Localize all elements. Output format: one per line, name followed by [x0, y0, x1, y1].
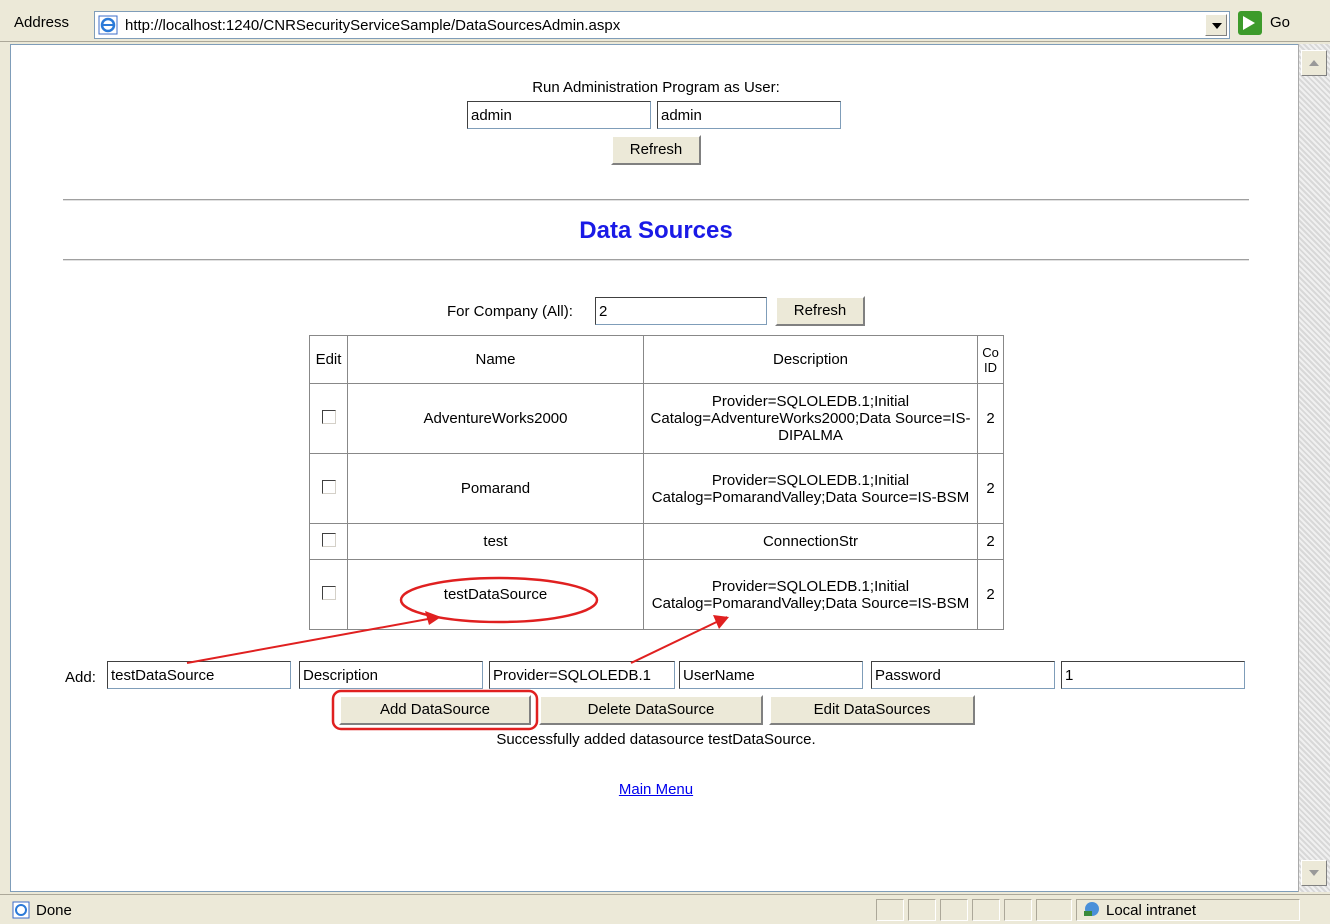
status-bar: Done Local intranet [0, 894, 1330, 924]
row-description: Provider=SQLOLEDB.1;Initial Catalog=Poma… [643, 453, 978, 524]
datasources-table: Edit Name Description Co ID AdventureWor… [309, 335, 1004, 630]
status-pane [972, 899, 1000, 921]
local-intranet-icon [1084, 902, 1099, 916]
go-button[interactable]: Go [1270, 14, 1290, 31]
scroll-up-button[interactable] [1301, 50, 1327, 76]
add-connection-string-input[interactable] [489, 661, 675, 689]
status-pane [1004, 899, 1032, 921]
page-content: Run Administration Program as User: Refr… [10, 44, 1300, 892]
row-description: ConnectionStr [643, 523, 978, 560]
status-pane [908, 899, 936, 921]
run-as-password-input[interactable] [657, 101, 841, 129]
table-row: test ConnectionStr 2 [309, 523, 1004, 560]
go-arrow-icon[interactable] [1238, 11, 1262, 35]
company-filter-label: For Company (All): [447, 303, 573, 320]
address-dropdown-button[interactable] [1205, 14, 1227, 36]
company-refresh-button[interactable]: Refresh [775, 296, 865, 326]
address-label: Address [14, 14, 70, 31]
zone-text: Local intranet [1106, 902, 1197, 919]
table-header-row: Edit Name Description Co ID [309, 335, 1004, 384]
header-description: Description [643, 335, 978, 384]
delete-datasource-button[interactable]: Delete DataSource [539, 695, 763, 725]
table-row: testDataSource Provider=SQLOLEDB.1;Initi… [309, 559, 1004, 630]
edit-datasources-button[interactable]: Edit DataSources [769, 695, 975, 725]
add-label: Add: [65, 669, 96, 686]
url-text: http://localhost:1240/CNRSecurityService… [125, 17, 621, 34]
main-menu-link[interactable]: Main Menu [11, 781, 1299, 798]
run-as-refresh-button[interactable]: Refresh [611, 135, 701, 165]
status-message: Successfully added datasource testDataSo… [496, 731, 816, 748]
row-edit-checkbox[interactable] [321, 532, 336, 547]
header-company-id: Co ID [977, 335, 1004, 384]
scroll-down-button[interactable] [1301, 860, 1327, 886]
status-text: Done [36, 902, 72, 919]
status-pane [1036, 899, 1072, 921]
divider-top [63, 199, 1249, 201]
row-description: Provider=SQLOLEDB.1;Initial Catalog=Adve… [643, 383, 978, 454]
add-datasource-button[interactable]: Add DataSource [339, 695, 531, 725]
row-edit-checkbox[interactable] [321, 585, 336, 600]
address-bar: Address http://localhost:1240/CNRSecurit… [0, 0, 1330, 42]
row-name: test [347, 523, 644, 560]
table-row: Pomarand Provider=SQLOLEDB.1;Initial Cat… [309, 453, 1004, 524]
run-as-label: Run Administration Program as User: [532, 79, 780, 96]
company-filter-input[interactable] [595, 297, 767, 325]
row-name: Pomarand [347, 453, 644, 524]
vertical-scrollbar[interactable] [1298, 44, 1330, 892]
row-company-id: 2 [977, 383, 1004, 454]
row-name: AdventureWorks2000 [347, 383, 644, 454]
row-name: testDataSource [347, 559, 644, 630]
status-pane [876, 899, 904, 921]
add-username-input[interactable] [679, 661, 863, 689]
page-done-icon [12, 901, 30, 919]
header-name: Name [347, 335, 644, 384]
row-edit-checkbox[interactable] [321, 479, 336, 494]
row-company-id: 2 [977, 559, 1004, 630]
page-title: Data Sources [579, 217, 733, 244]
table-row: AdventureWorks2000 Provider=SQLOLEDB.1;I… [309, 383, 1004, 454]
url-field[interactable]: http://localhost:1240/CNRSecurityService… [94, 11, 1230, 39]
row-description: Provider=SQLOLEDB.1;Initial Catalog=Poma… [643, 559, 978, 630]
add-name-input[interactable] [107, 661, 291, 689]
row-company-id: 2 [977, 523, 1004, 560]
status-pane [940, 899, 968, 921]
divider-bottom [63, 259, 1249, 261]
ie-page-icon [98, 15, 118, 35]
header-edit: Edit [309, 335, 348, 384]
row-edit-checkbox[interactable] [321, 409, 336, 424]
add-password-input[interactable] [871, 661, 1055, 689]
row-company-id: 2 [977, 453, 1004, 524]
add-description-input[interactable] [299, 661, 483, 689]
add-company-id-input[interactable] [1061, 661, 1245, 689]
run-as-username-input[interactable] [467, 101, 651, 129]
